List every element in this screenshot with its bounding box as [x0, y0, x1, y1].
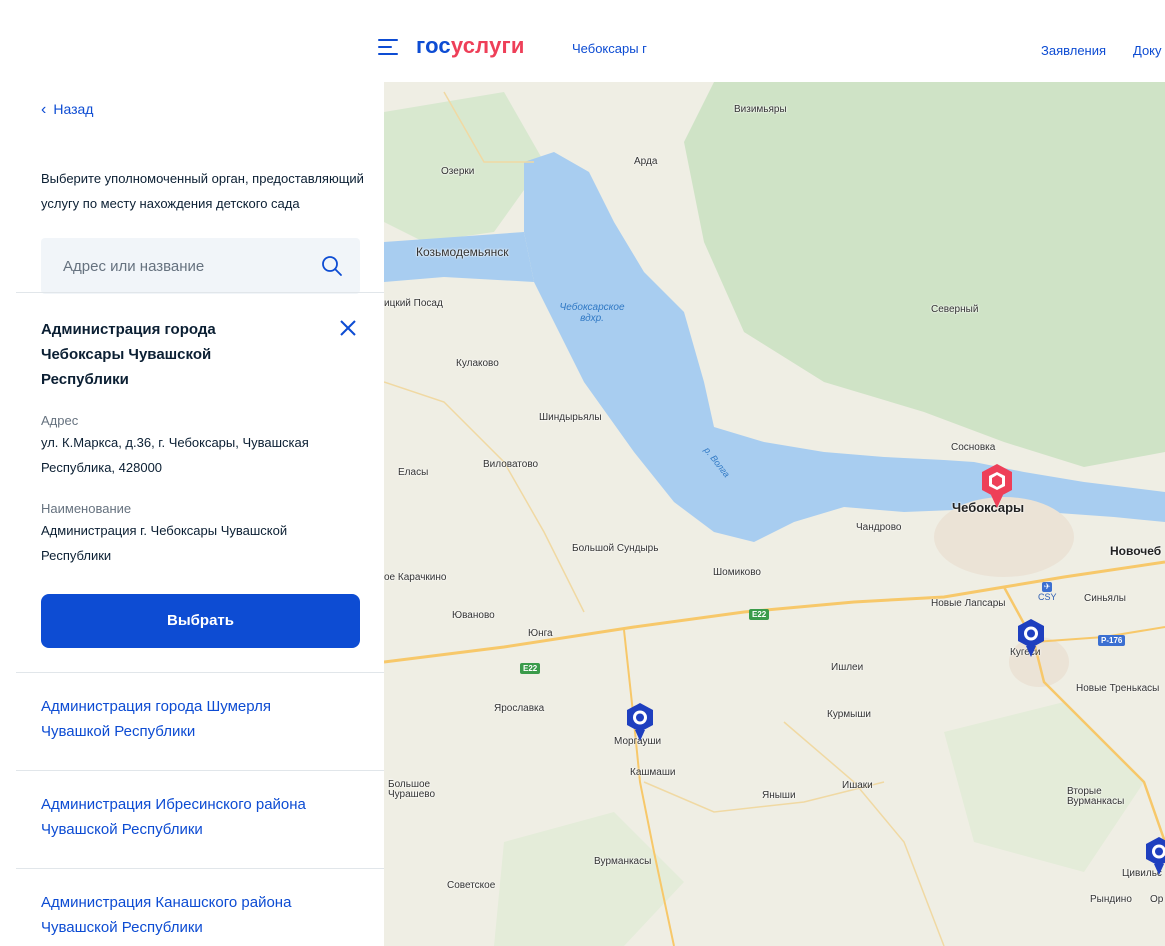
org-list-item[interactable]: Администрация Ибресинского района Чувашс…: [41, 792, 351, 842]
map-label: Ишаки: [842, 780, 873, 791]
map-label: Арда: [634, 156, 658, 167]
location-pin[interactable]: [1144, 836, 1165, 876]
map-label: ое Карачкино: [384, 572, 447, 583]
map-label: Ишлеи: [831, 662, 864, 673]
location-pin[interactable]: [1016, 618, 1046, 658]
map-label: Ярославка: [494, 703, 545, 714]
map-label: Чандрово: [856, 522, 902, 533]
road-badge: E22: [520, 663, 541, 674]
search-input[interactable]: [63, 238, 313, 294]
map-label: Новочеб: [1110, 544, 1162, 558]
map-label: Курмыши: [827, 709, 871, 720]
map-label: ицкий Посад: [384, 298, 443, 309]
map-label: Новые Лапсары: [931, 598, 1006, 609]
org-list-item[interactable]: Администрация города Шумерля Чувашкой Ре…: [41, 694, 321, 744]
map-label: Визимьяры: [734, 104, 787, 115]
name-value: Администрация г. Чебоксары Чувашской Рес…: [41, 523, 288, 563]
address-value: ул. К.Маркса, д.36, г. Чебоксары, Чувашс…: [41, 435, 309, 475]
map-label: Советское: [447, 880, 496, 891]
logo-part-uslugi: услуги: [450, 33, 525, 58]
back-label: Назад: [53, 101, 94, 117]
name-label: Наименование: [41, 501, 132, 516]
divider: [16, 868, 384, 869]
divider: [16, 292, 384, 293]
location-link[interactable]: Чебоксары г: [572, 41, 647, 56]
map-label: Озерки: [441, 166, 475, 177]
map-label: Новые Тренькасы: [1076, 683, 1160, 694]
map-label: Юваново: [452, 610, 495, 621]
divider: [16, 770, 384, 771]
map-label: Виловатово: [483, 459, 539, 470]
airport-marker: ✈ CSY: [1038, 582, 1057, 602]
airport-code: CSY: [1038, 592, 1057, 602]
back-link[interactable]: ‹ Назад: [41, 101, 93, 119]
map-canvas: [384, 82, 1165, 946]
search-icon[interactable]: [321, 255, 343, 277]
address-label: Адрес: [41, 413, 79, 428]
search-box: [41, 238, 360, 294]
map-label: Яныши: [762, 790, 796, 801]
map-label: Сосновка: [951, 442, 996, 453]
water-label: Чебоксарское вдхр.: [559, 302, 625, 324]
map-label: Вторые Вурманкасы: [1067, 786, 1125, 807]
map-label: Синьялы: [1084, 593, 1126, 604]
selected-location-pin[interactable]: [979, 462, 1015, 510]
map-label: Кашмаши: [630, 767, 676, 778]
site-header: госуслуги Чебоксары г Заявления Доку: [0, 0, 1165, 82]
divider: [16, 672, 384, 673]
map-label: Большой Сундырь: [572, 543, 659, 554]
close-icon[interactable]: [338, 318, 358, 338]
map-label: Козьмодемьянск: [416, 245, 509, 259]
airplane-icon: ✈: [1042, 582, 1053, 592]
map-label: Шомиково: [713, 567, 761, 578]
map-label: Кулаково: [456, 358, 499, 369]
nav-documents[interactable]: Доку: [1133, 43, 1162, 58]
location-pin[interactable]: [625, 702, 655, 742]
map-label: Северный: [931, 304, 979, 315]
road-badge: P-176: [1098, 635, 1126, 646]
logo-part-gos: гос: [416, 33, 451, 58]
map-label: Еласы: [398, 467, 429, 478]
selected-org-title: Администрация города Чебоксары Чувашской…: [41, 321, 216, 388]
select-button[interactable]: Выбрать: [41, 594, 360, 648]
map-label: Ор: [1150, 894, 1164, 905]
map-label: Шиндырьялы: [539, 412, 602, 423]
org-selection-panel: ‹ Назад Выберите уполномоченный орган, пр…: [0, 82, 384, 946]
map[interactable]: Визимьяры Арда Озерки Козьмодемьянск ицк…: [384, 82, 1165, 946]
org-list-item[interactable]: Администрация Канашского района Чувашско…: [41, 890, 351, 940]
menu-icon[interactable]: [378, 39, 398, 55]
map-label: Большое Чурашево: [388, 779, 436, 800]
chevron-left-icon: ‹: [41, 101, 47, 118]
road-badge: E22: [749, 609, 770, 620]
map-label: Рындино: [1090, 894, 1132, 905]
nav-applications[interactable]: Заявления: [1041, 43, 1106, 58]
intro-text: Выберите уполномоченный орган, предостав…: [41, 171, 364, 211]
map-label: Вурманкасы: [594, 856, 652, 867]
gosuslugi-logo[interactable]: госуслуги: [416, 32, 525, 60]
map-label: Юнга: [528, 628, 553, 639]
